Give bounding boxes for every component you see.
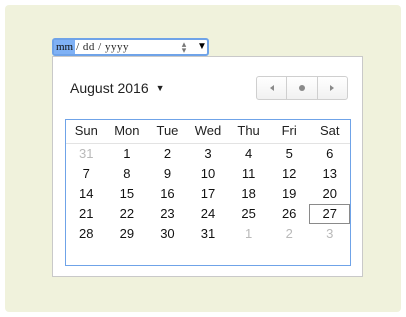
day-cell[interactable]: 4: [228, 144, 269, 164]
day-cell[interactable]: 25: [228, 204, 269, 224]
day-cell[interactable]: 9: [147, 164, 188, 184]
weekday-label: Sat: [320, 123, 340, 138]
chevron-down-icon[interactable]: ▼: [197, 40, 207, 54]
day-cell[interactable]: 8: [107, 164, 148, 184]
day-cell[interactable]: 29: [107, 224, 148, 244]
weekday-label: Wed: [194, 123, 222, 138]
weekday-header: Sun Mon Tue Wed Thu Fri Sat: [66, 120, 350, 144]
today-button[interactable]: [287, 77, 318, 99]
day-year-segments[interactable]: / dd / yyyy: [75, 41, 129, 53]
weekday-label: Fri: [281, 123, 297, 138]
weekday-label: Thu: [237, 123, 260, 138]
calendar-week-row: 7 8 9 10 11 12 13: [66, 164, 350, 184]
weekday-label: Sun: [74, 123, 98, 138]
day-cell[interactable]: 6: [309, 144, 350, 164]
day-cell[interactable]: 15: [107, 184, 148, 204]
date-input[interactable]: mm / dd / yyyy ▴ ▾ ▼: [52, 38, 209, 56]
day-cell[interactable]: 5: [269, 144, 310, 164]
dot-icon: [298, 85, 305, 91]
day-cell[interactable]: 2: [147, 144, 188, 164]
day-cell[interactable]: 20: [309, 184, 350, 204]
day-cell[interactable]: 12: [269, 164, 310, 184]
day-cell[interactable]: 31: [188, 224, 229, 244]
day-cell[interactable]: 21: [66, 204, 107, 224]
day-cell[interactable]: 17: [188, 184, 229, 204]
day-cell[interactable]: 1: [228, 224, 269, 244]
day-cell[interactable]: 7: [66, 164, 107, 184]
day-cell[interactable]: 22: [107, 204, 148, 224]
day-cell[interactable]: 2: [269, 224, 310, 244]
arrow-left-icon: [269, 85, 274, 91]
calendar-grid: Sun Mon Tue Wed Thu Fri Sat 31 1 2 3 4 5 6 7 8 9 10 11 12 1…: [65, 119, 351, 266]
month-year-selector[interactable]: August 2016 ▼: [70, 80, 165, 96]
calendar-popup: August 2016 ▼ Sun Mon Tue Wed Thu Fri Sat 31 1 2…: [52, 56, 363, 277]
calendar-week-row: 21 22 23 24 25 26 27: [66, 204, 351, 224]
month-year-label: August 2016: [70, 80, 149, 96]
day-cell[interactable]: 1: [107, 144, 148, 164]
day-cell[interactable]: 11: [228, 164, 269, 184]
month-navigation: [256, 76, 348, 100]
calendar-week-row: 28 29 30 31 1 2 3: [66, 224, 350, 244]
caret-down-icon: ▼: [155, 83, 165, 93]
spinner-icon[interactable]: ▴ ▾: [180, 40, 188, 55]
weekday-label: Tue: [156, 123, 179, 138]
day-cell[interactable]: 30: [147, 224, 188, 244]
day-cell[interactable]: 18: [228, 184, 269, 204]
day-cell[interactable]: 28: [66, 224, 107, 244]
arrow-right-icon: [330, 85, 335, 91]
weekday-label: Mon: [114, 123, 140, 138]
day-cell[interactable]: 3: [188, 144, 229, 164]
day-cell[interactable]: 3: [309, 224, 350, 244]
day-cell[interactable]: 10: [188, 164, 229, 184]
day-cell[interactable]: 31: [66, 144, 107, 164]
day-cell[interactable]: 13: [309, 164, 350, 184]
next-month-button[interactable]: [318, 77, 347, 99]
calendar-week-row: 14 15 16 17 18 19 20: [66, 184, 350, 204]
previous-month-button[interactable]: [257, 77, 288, 99]
day-cell[interactable]: 14: [66, 184, 107, 204]
calendar-week-row: 31 1 2 3 4 5 6: [66, 144, 350, 164]
day-cell[interactable]: 23: [147, 204, 188, 224]
month-segment[interactable]: mm: [54, 40, 76, 54]
day-cell[interactable]: 19: [269, 184, 310, 204]
calendar-weeks: 31 1 2 3 4 5 6 7 8 9 10 11 12 13 14 15 16 17 18 19 20 21 22 23 2…: [66, 144, 351, 244]
day-cell[interactable]: 16: [147, 184, 188, 204]
day-cell-today[interactable]: 27: [309, 204, 351, 224]
day-cell[interactable]: 26: [269, 204, 310, 224]
day-cell[interactable]: 24: [188, 204, 229, 224]
